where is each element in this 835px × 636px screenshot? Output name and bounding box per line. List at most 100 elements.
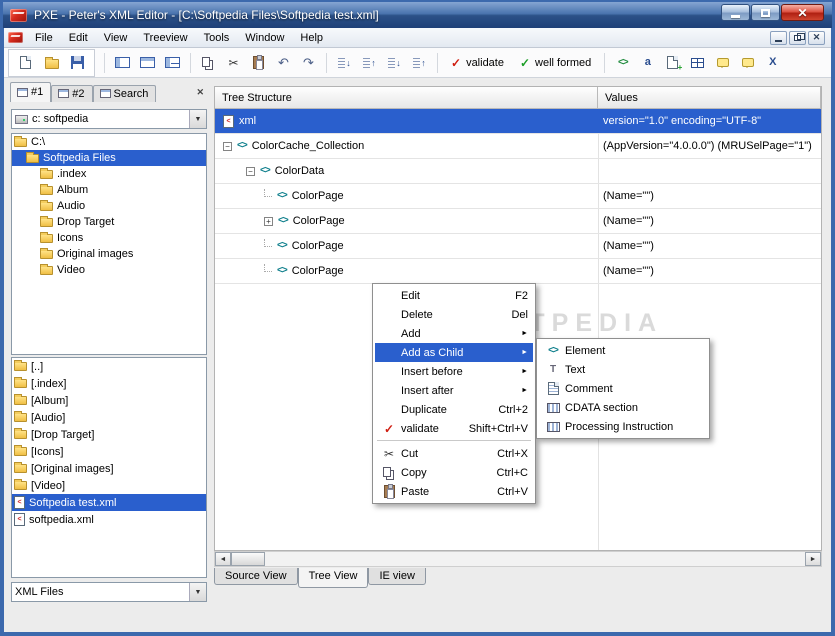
tree-row-colorcache-collection[interactable]: − <> ColorCache_Collection (AppVersion="… <box>215 134 821 159</box>
menu-item-edit[interactable]: Edit F2 <box>375 286 533 305</box>
tree-row-colorpage-4[interactable]: <> ColorPage (Name="") <box>215 259 821 284</box>
scrollbar-thumb[interactable] <box>231 552 265 566</box>
close-button[interactable]: ✕ <box>781 4 824 21</box>
menu-item-delete[interactable]: Delete Del <box>375 305 533 324</box>
scroll-left-button[interactable]: ◄ <box>215 552 231 566</box>
entity-button[interactable]: a <box>636 52 659 74</box>
tab-search[interactable]: Search <box>92 85 157 102</box>
menu-item-insert-after[interactable]: Insert after ► <box>375 381 533 400</box>
undo-button[interactable]: ↶ <box>272 52 295 74</box>
insert-element-button[interactable]: <> <box>611 52 634 74</box>
menu-treeview[interactable]: Treeview <box>135 30 195 46</box>
mdi-minimize-button[interactable] <box>770 30 787 45</box>
save-button[interactable] <box>66 52 89 74</box>
submenu-item-comment[interactable]: Comment <box>539 379 707 398</box>
list-item-icons[interactable]: [Icons] <box>12 443 206 460</box>
menu-edit[interactable]: Edit <box>61 30 96 46</box>
menu-item-add-as-child[interactable]: Add as Child ► <box>375 343 533 362</box>
comment-button[interactable] <box>711 52 734 74</box>
list-item-video[interactable]: [Video] <box>12 477 206 494</box>
column-header-tree-structure[interactable]: Tree Structure <box>215 87 598 109</box>
collapse-level-button[interactable]: ↑ <box>358 52 381 74</box>
menu-item-paste[interactable]: Paste Ctrl+V <box>375 482 533 501</box>
folder-item-icons[interactable]: Icons <box>12 230 206 246</box>
menu-item-cut[interactable]: ✂ Cut Ctrl+X <box>375 444 533 463</box>
drive-combo[interactable]: c: softpedia ▼ <box>11 109 207 129</box>
dropdown-button[interactable]: ▼ <box>189 110 206 128</box>
folder-item-video[interactable]: Video <box>12 262 206 278</box>
mdi-close-button[interactable]: ✕ <box>808 30 825 45</box>
collapse-toggle[interactable]: − <box>246 166 255 176</box>
menu-item-insert-before[interactable]: Insert before ► <box>375 362 533 381</box>
menu-window[interactable]: Window <box>237 30 292 46</box>
titlebar[interactable]: PXE - Peter's XML Editor - [C:\Softpedia… <box>3 2 832 28</box>
column-header-values[interactable]: Values <box>598 87 821 109</box>
menu-item-copy[interactable]: Copy Ctrl+C <box>375 463 533 482</box>
folder-item-audio[interactable]: Audio <box>12 198 206 214</box>
tree-row-xml[interactable]: < xml version="1.0" encoding="UTF-8" <box>215 109 821 134</box>
menu-item-validate[interactable]: ✓ validate Shift+Ctrl+V <box>375 419 533 438</box>
maximize-button[interactable] <box>751 4 780 21</box>
collapse-all-button[interactable]: ↑ <box>408 52 431 74</box>
tab-panel-2[interactable]: #2 <box>51 85 93 102</box>
file-filter-combo[interactable]: XML Files ▼ <box>11 582 207 602</box>
panel-close-icon[interactable]: ✕ <box>196 87 208 102</box>
toggle-left-panel-button[interactable] <box>111 52 134 74</box>
folder-item-album[interactable]: Album <box>12 182 206 198</box>
validate-button[interactable]: ✓ validate <box>444 52 511 74</box>
tree-row-colorpage-3[interactable]: <> ColorPage (Name="") <box>215 234 821 259</box>
copy-button[interactable] <box>197 52 220 74</box>
scroll-right-button[interactable]: ► <box>805 552 821 566</box>
list-item-original-images[interactable]: [Original images] <box>12 460 206 477</box>
list-item-softpedia-test-xml[interactable]: < Softpedia test.xml <box>12 494 206 511</box>
toggle-top-panel-button[interactable] <box>136 52 159 74</box>
menu-tools[interactable]: Tools <box>196 30 238 46</box>
folder-item-root[interactable]: C:\ <box>12 134 206 150</box>
toggle-split-panel-button[interactable] <box>161 52 184 74</box>
menu-item-duplicate[interactable]: Duplicate Ctrl+2 <box>375 400 533 419</box>
annotation-button[interactable] <box>736 52 759 74</box>
expand-toggle[interactable]: + <box>264 216 273 226</box>
folder-item-softpedia-files[interactable]: Softpedia Files <box>12 150 206 166</box>
tab-source-view[interactable]: Source View <box>214 568 298 585</box>
well-formed-button[interactable]: ✓ well formed <box>513 52 598 74</box>
menu-view[interactable]: View <box>96 30 136 46</box>
mdi-restore-button[interactable] <box>789 30 806 45</box>
cut-button[interactable]: ✂ <box>222 52 245 74</box>
new-node-button[interactable]: + <box>661 52 684 74</box>
tree-row-colordata[interactable]: − <> ColorData <box>215 159 821 184</box>
list-item-drop-target[interactable]: [Drop Target] <box>12 426 206 443</box>
list-item-parent[interactable]: [..] <box>12 358 206 375</box>
folder-item-original-images[interactable]: Original images <box>12 246 206 262</box>
submenu-item-cdata-section[interactable]: CDATA section <box>539 398 707 417</box>
submenu-item-processing-instruction[interactable]: Processing Instruction <box>539 417 707 436</box>
new-file-button[interactable] <box>14 52 37 74</box>
minimize-button[interactable] <box>721 4 750 21</box>
list-item-index[interactable]: [.index] <box>12 375 206 392</box>
open-file-button[interactable] <box>40 52 63 74</box>
collapse-toggle[interactable]: − <box>223 141 232 151</box>
dropdown-button[interactable]: ▼ <box>189 583 206 601</box>
tab-panel-1[interactable]: #1 <box>10 82 52 102</box>
submenu-item-text[interactable]: T Text <box>539 360 707 379</box>
tree-row-colorpage-2[interactable]: + <> ColorPage (Name="") <box>215 209 821 234</box>
expand-all-button[interactable]: ↓ <box>383 52 406 74</box>
list-item-softpedia-xml[interactable]: < softpedia.xml <box>12 511 206 528</box>
table-view-button[interactable] <box>686 52 709 74</box>
menu-item-add[interactable]: Add ► <box>375 324 533 343</box>
tree-row-colorpage-1[interactable]: <> ColorPage (Name="") <box>215 184 821 209</box>
redo-button[interactable]: ↷ <box>297 52 320 74</box>
tab-tree-view[interactable]: Tree View <box>297 568 369 588</box>
delete-node-button[interactable]: X <box>761 52 784 74</box>
list-item-album[interactable]: [Album] <box>12 392 206 409</box>
submenu-item-element[interactable]: <> Element <box>539 341 707 360</box>
menu-help[interactable]: Help <box>292 30 331 46</box>
list-item-audio[interactable]: [Audio] <box>12 409 206 426</box>
horizontal-scrollbar[interactable]: ◄ ► <box>214 551 822 567</box>
expand-level-button[interactable]: ↓ <box>333 52 356 74</box>
paste-button[interactable] <box>247 52 270 74</box>
folder-item-drop-target[interactable]: Drop Target <box>12 214 206 230</box>
menu-file[interactable]: File <box>27 30 61 46</box>
tab-ie-view[interactable]: IE view <box>368 568 426 585</box>
folder-item-index[interactable]: .index <box>12 166 206 182</box>
